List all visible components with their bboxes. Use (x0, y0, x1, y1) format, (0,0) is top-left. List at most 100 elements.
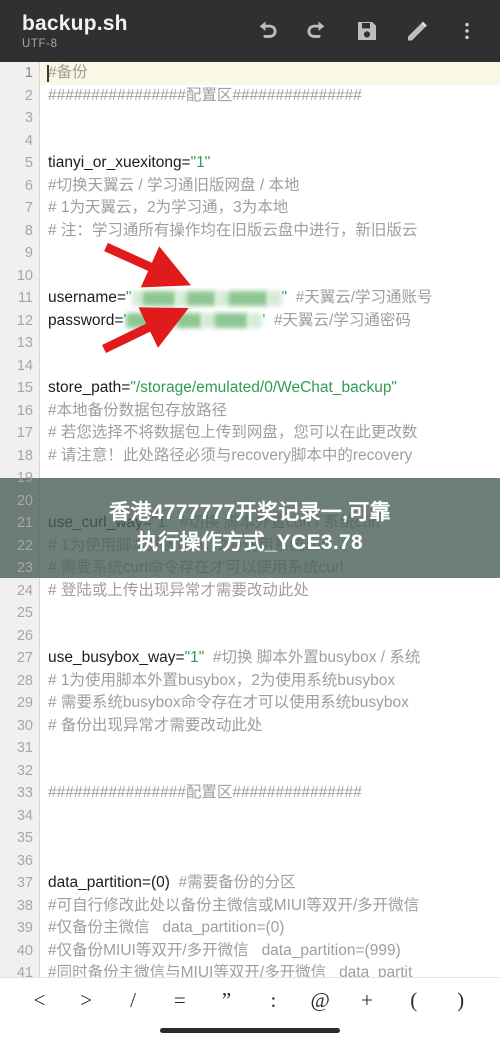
code-line-text[interactable]: password= ' ' #天翼云/学习通密码 (40, 310, 500, 333)
code-token-comment: # 备份出现异常才需要改动此处 (48, 716, 263, 734)
line-number: 6 (24, 177, 33, 194)
code-line[interactable]: 4 (0, 130, 500, 153)
code-line[interactable]: 28 # 1为使用脚本外置busybox，2为使用系统busybox (0, 670, 500, 693)
code-line[interactable]: 33 ################配置区############### (0, 782, 500, 805)
code-line[interactable]: 8 # 注：学习通所有操作均在旧版云盘中进行，新旧版云 (0, 220, 500, 243)
code-line[interactable]: 3 (0, 107, 500, 130)
code-line-text[interactable]: # 1为天翼云，2为学习通，3为本地 (40, 197, 500, 220)
code-line-text[interactable] (40, 625, 500, 648)
code-line-text[interactable] (40, 850, 500, 873)
code-line-text[interactable] (40, 355, 500, 378)
line-number: 5 (24, 155, 33, 172)
code-token-comment: #需要备份的分区 (169, 874, 296, 891)
code-line-text[interactable]: #可自行修改此处以备份主微信或MIUI等双开/多开微信 (40, 895, 500, 918)
code-line-text[interactable] (40, 265, 500, 288)
symbol-key[interactable]: < (16, 978, 63, 1023)
code-line[interactable]: 9 (0, 242, 500, 265)
code-line-text[interactable] (40, 130, 500, 153)
code-line-text[interactable]: #备份 (40, 62, 500, 85)
code-line[interactable]: 11 username= " " #天翼云/学习通账号 (0, 287, 500, 310)
line-number: 3 (24, 110, 33, 127)
code-token-comment: #天翼云/学习通密码 (265, 311, 411, 329)
code-line[interactable]: 37 data_partition=(0) #需要备份的分区 (0, 872, 500, 895)
code-line[interactable]: 40 #仅备份MIUI等双开/多开微信 data_partition=(999) (0, 940, 500, 963)
code-line[interactable]: 7 # 1为天翼云，2为学习通，3为本地 (0, 197, 500, 220)
code-line[interactable]: 6 #切换天翼云 / 学习通旧版网盘 / 本地 (0, 175, 500, 198)
file-title-block: backup.sh UTF-8 (22, 11, 128, 52)
symbol-key[interactable]: > (63, 978, 110, 1023)
line-number: 31 (16, 740, 33, 757)
code-line-text[interactable]: #仅备份主微信 data_partition=(0) (40, 917, 500, 940)
code-line[interactable]: 39 #仅备份主微信 data_partition=(0) (0, 917, 500, 940)
code-line-text[interactable]: # 请注意！此处路径必须与recovery脚本中的recovery (40, 445, 500, 468)
code-line[interactable]: 16 #本地备份数据包存放路径 (0, 400, 500, 423)
code-line-text[interactable]: ################配置区############### (40, 85, 500, 108)
symbol-key[interactable]: ( (390, 978, 437, 1023)
code-line-text[interactable]: #本地备份数据包存放路径 (40, 400, 500, 423)
save-button[interactable] (342, 6, 392, 56)
line-number: 41 (16, 965, 33, 977)
code-line-text[interactable]: #仅备份MIUI等双开/多开微信 data_partition=(999) (40, 940, 500, 963)
symbol-key[interactable]: + (344, 978, 391, 1023)
redo-button[interactable] (292, 6, 342, 56)
code-line-text[interactable]: # 需要系统busybox命令存在才可以使用系统busybox (40, 692, 500, 715)
symbol-key[interactable]: ) (437, 978, 484, 1023)
code-line[interactable]: 41 #同时备份主微信与MIUI等双开/多开微信 data_partit (0, 962, 500, 977)
undo-button[interactable] (242, 6, 292, 56)
code-line-text[interactable] (40, 805, 500, 828)
code-line-text[interactable] (40, 760, 500, 783)
code-line-text[interactable]: use_busybox_way= "1" #切换 脚本外置busybox / 系统 (40, 647, 500, 670)
code-line-text[interactable]: #同时备份主微信与MIUI等双开/多开微信 data_partit (40, 962, 500, 977)
code-line-text[interactable] (40, 827, 500, 850)
line-number: 4 (24, 132, 33, 149)
symbol-key[interactable]: : (250, 978, 297, 1023)
redacted-password-value (164, 313, 177, 329)
code-line[interactable]: 12 password= ' ' #天翼云/学习通密码 (0, 310, 500, 333)
symbol-key[interactable]: @ (297, 978, 344, 1023)
code-line[interactable]: 26 (0, 625, 500, 648)
symbol-key[interactable]: / (110, 978, 157, 1023)
code-line-text[interactable]: store_path= "/storage/emulated/0/WeChat_b… (40, 377, 500, 400)
edit-button[interactable] (392, 6, 442, 56)
code-line-text[interactable]: #切换天翼云 / 学习通旧版网盘 / 本地 (40, 175, 500, 198)
code-line[interactable]: 14 (0, 355, 500, 378)
code-line-text[interactable] (40, 107, 500, 130)
line-number: 30 (16, 717, 33, 734)
code-line[interactable]: 24 # 登陆或上传出现异常才需要改动此处 (0, 580, 500, 603)
code-line[interactable]: 32 (0, 760, 500, 783)
code-line[interactable]: 17 # 若您选择不将数据包上传到网盘，您可以在此更改数 (0, 422, 500, 445)
code-line-text[interactable]: # 1为使用脚本外置busybox，2为使用系统busybox (40, 670, 500, 693)
code-line-text[interactable] (40, 737, 500, 760)
code-line[interactable]: 5 tianyi_or_xuexitong= "1" (0, 152, 500, 175)
code-line-text[interactable]: ################配置区############### (40, 782, 500, 805)
code-line[interactable]: 35 (0, 827, 500, 850)
code-line-text[interactable]: # 若您选择不将数据包上传到网盘，您可以在此更改数 (40, 422, 500, 445)
code-line-text[interactable]: # 注：学习通所有操作均在旧版云盘中进行，新旧版云 (40, 220, 500, 243)
code-line-text[interactable]: data_partition=(0) #需要备份的分区 (40, 872, 500, 895)
code-line[interactable]: 2 ################配置区############### (0, 85, 500, 108)
code-line[interactable]: 34 (0, 805, 500, 828)
code-line[interactable]: 15 store_path= "/storage/emulated/0/WeChat… (0, 377, 500, 400)
more-options-button[interactable] (442, 6, 492, 56)
code-line[interactable]: 10 (0, 265, 500, 288)
code-line[interactable]: 25 (0, 602, 500, 625)
code-line[interactable]: 18 # 请注意！此处路径必须与recovery脚本中的recovery (0, 445, 500, 468)
code-line-text[interactable] (40, 332, 500, 355)
code-line[interactable]: 36 (0, 850, 500, 873)
code-line-text[interactable]: # 备份出现异常才需要改动此处 (40, 715, 500, 738)
code-line-text[interactable]: # 登陆或上传出现异常才需要改动此处 (40, 580, 500, 603)
code-line[interactable]: 31 (0, 737, 500, 760)
code-line-text[interactable]: username= " " #天翼云/学习通账号 (40, 287, 500, 310)
symbol-key[interactable]: ” (203, 978, 250, 1023)
code-line[interactable]: 1 #备份 (0, 62, 500, 85)
code-line[interactable]: 29 # 需要系统busybox命令存在才可以使用系统busybox (0, 692, 500, 715)
code-line[interactable]: 30 # 备份出现异常才需要改动此处 (0, 715, 500, 738)
code-line[interactable]: 13 (0, 332, 500, 355)
redacted-username-value (131, 290, 142, 306)
code-line-text[interactable] (40, 242, 500, 265)
code-line-text[interactable] (40, 602, 500, 625)
code-line[interactable]: 27 use_busybox_way= "1" #切换 脚本外置busybox / … (0, 647, 500, 670)
code-line[interactable]: 38 #可自行修改此处以备份主微信或MIUI等双开/多开微信 (0, 895, 500, 918)
symbol-key[interactable]: = (156, 978, 203, 1023)
code-line-text[interactable]: tianyi_or_xuexitong= "1" (40, 152, 500, 175)
